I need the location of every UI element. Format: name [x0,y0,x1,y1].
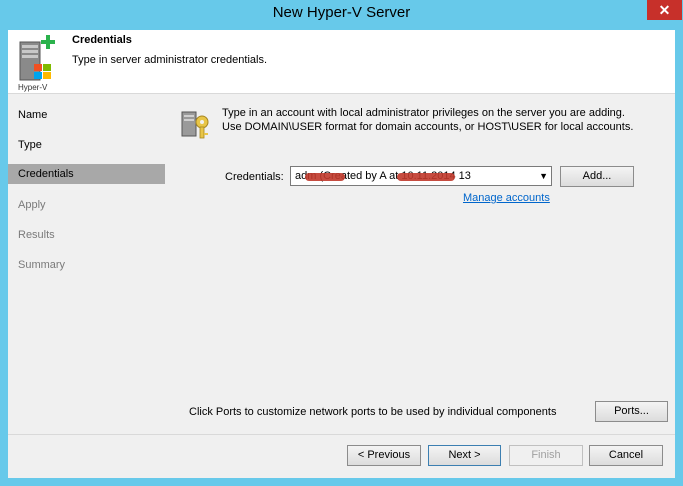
ports-description: Click Ports to customize network ports t… [189,406,557,418]
page-title: Credentials [72,34,132,46]
cancel-button[interactable]: Cancel [589,445,663,466]
hyper-v-server-icon [19,35,55,81]
ports-button[interactable]: Ports... [595,401,668,422]
step-credentials[interactable]: Credentials [8,164,165,184]
hyper-v-caption: Hyper-V [18,83,48,92]
step-name[interactable]: Name [8,105,165,125]
intro-text-line1: Type in an account with local administra… [222,107,625,119]
step-summary: Summary [18,259,66,271]
wizard-client: Hyper-V Credentials Type in server admin… [8,30,675,478]
page-subtitle: Type in server administrator credentials… [72,54,268,66]
step-type[interactable]: Type [8,135,165,155]
finish-button: Finish [509,445,583,466]
manage-accounts-link[interactable]: Manage accounts [463,192,550,204]
close-button[interactable]: ✕ [647,0,682,20]
redaction-mark [397,173,455,181]
window-title: New Hyper-V Server [272,4,411,21]
intro-text-line2: Use DOMAIN\USER format for domain accoun… [222,121,634,133]
wizard-footer: < Previous Next > Finish Cancel [8,434,675,479]
next-button[interactable]: Next > [428,445,501,466]
wizard-steps: Name Type Credentials Apply Results Summ… [8,94,165,478]
step-apply: Apply [18,199,46,211]
credentials-label: Credentials: [225,171,284,183]
credentials-dropdown[interactable]: adm (Created by A at 10.11.2014 13 ▼ [290,166,552,186]
previous-button[interactable]: < Previous [347,445,421,466]
wizard-window: New Hyper-V Server ✕ Hyper-V Credentials… [0,0,683,486]
redaction-mark [305,173,345,181]
add-credentials-button[interactable]: Add... [560,166,634,187]
user-key-icon [181,111,209,139]
step-results: Results [18,229,55,241]
wizard-header: Hyper-V Credentials Type in server admin… [8,30,675,94]
chevron-down-icon: ▼ [539,171,548,181]
credentials-panel: Type in an account with local administra… [166,94,675,434]
title-bar: New Hyper-V Server ✕ [0,0,683,28]
